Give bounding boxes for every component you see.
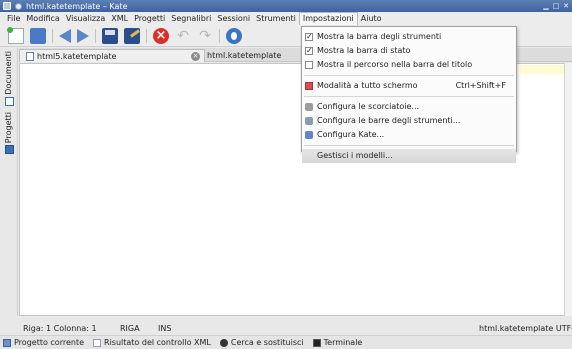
insert-mode[interactable]: INS bbox=[158, 324, 188, 333]
menu-item-label: Mostra il percorso nella barra del titol… bbox=[317, 60, 473, 69]
new-document-icon[interactable] bbox=[7, 26, 24, 44]
xml-check-icon bbox=[93, 338, 102, 347]
tab-label: html.katetemplate bbox=[207, 51, 282, 60]
search-icon bbox=[219, 338, 228, 347]
forward-icon[interactable] bbox=[77, 28, 89, 43]
menu-impostazioni[interactable]: Impostazioni bbox=[298, 12, 358, 25]
documents-icon bbox=[4, 97, 14, 106]
projects-icon bbox=[4, 145, 14, 154]
sidebar-tab-label: Progetti bbox=[4, 111, 13, 143]
bottom-tab-progetto-corrente[interactable]: Progetto corrente bbox=[0, 338, 84, 347]
redo-icon[interactable]: ↷ bbox=[197, 28, 213, 44]
bottom-toolview-bar: Progetto corrente Risultato del controll… bbox=[0, 335, 572, 349]
menu-item-fullscreen[interactable]: Modalità a tutto schermo Ctrl+Shift+F bbox=[302, 79, 516, 93]
menu-item-shortcut: Ctrl+Shift+F bbox=[455, 81, 506, 90]
menu-visualizza[interactable]: Visualizza bbox=[63, 12, 108, 25]
toolbar-separator bbox=[219, 28, 220, 43]
menu-item-label: Mostra la barra di stato bbox=[317, 46, 411, 55]
toolbar-separator bbox=[52, 28, 53, 43]
toolbar-separator bbox=[146, 28, 147, 43]
bottom-tab-search-replace[interactable]: Cerca e sostituisci bbox=[217, 338, 304, 347]
title-bar: html.katetemplate – Kate ▁ □ ✕ bbox=[0, 0, 572, 12]
fullscreen-icon bbox=[305, 82, 313, 90]
vertical-scrollbar[interactable] bbox=[564, 63, 572, 316]
pin-icon[interactable] bbox=[15, 2, 22, 10]
bottom-tab-label: Progetto corrente bbox=[14, 338, 85, 347]
status-file-info: html.katetemplate UTF-8 bbox=[479, 323, 572, 333]
menu-separator bbox=[304, 145, 514, 146]
menu-item-show-statusbar[interactable]: Mostra la barra di stato bbox=[302, 44, 516, 58]
cursor-position: Riga: 1 Colonna: 1 bbox=[23, 323, 97, 333]
window-title: html.katetemplate – Kate bbox=[26, 1, 128, 11]
menu-progetti[interactable]: Progetti bbox=[131, 12, 168, 25]
save-icon[interactable] bbox=[102, 27, 118, 44]
menu-item-label: Gestisci i modelli... bbox=[317, 151, 393, 160]
menu-item-configure-kate[interactable]: Configura Kate... bbox=[302, 128, 516, 142]
bottom-tab-terminal[interactable]: Terminale bbox=[310, 338, 363, 347]
menu-modifica[interactable]: Modifica bbox=[23, 12, 62, 25]
minimize-icon[interactable]: ▁ bbox=[542, 2, 550, 10]
sidebar-tab-label: Documenti bbox=[4, 51, 13, 95]
menu-file[interactable]: File bbox=[4, 12, 23, 25]
app-icon[interactable] bbox=[3, 2, 11, 10]
bottom-tab-label: Cerca e sostituisci bbox=[230, 338, 304, 347]
bottom-tab-label: Risultato del controllo XML bbox=[104, 338, 211, 347]
toolbar-separator bbox=[95, 28, 96, 43]
sidebar-tab-documenti[interactable]: Documenti bbox=[1, 50, 17, 106]
kate-icon bbox=[305, 131, 313, 139]
sidebar-tab-progetti[interactable]: Progetti bbox=[1, 108, 17, 154]
back-icon[interactable] bbox=[59, 28, 71, 43]
status-bar: Riga: 1 Colonna: 1 RIGA INS html.katetem… bbox=[19, 322, 572, 334]
menu-separator bbox=[304, 96, 514, 97]
maximize-icon[interactable]: □ bbox=[552, 2, 560, 10]
undo-icon[interactable]: ↶ bbox=[175, 28, 191, 44]
menu-item-show-toolbar[interactable]: Mostra la barra degli strumenti bbox=[302, 30, 516, 44]
file-icon bbox=[26, 51, 34, 61]
menu-aiuto[interactable]: Aiuto bbox=[358, 12, 385, 25]
menu-strumenti[interactable]: Strumenti bbox=[253, 12, 299, 25]
current-line-highlight bbox=[520, 65, 568, 74]
menu-item-configure-shortcuts[interactable]: Configura le scorciatoie... bbox=[302, 100, 516, 114]
checkbox-icon bbox=[305, 44, 313, 58]
menu-bar: File Modifica Visualizza XML Progetti Se… bbox=[0, 12, 572, 25]
menu-segnalibri[interactable]: Segnalibri bbox=[168, 12, 214, 25]
tab-label: html5.katetemplate bbox=[37, 51, 117, 61]
bottom-tab-label: Terminale bbox=[323, 338, 363, 347]
menu-item-manage-templates[interactable]: Gestisci i modelli... bbox=[302, 149, 516, 163]
menu-xml[interactable]: XML bbox=[108, 12, 131, 25]
tools-icon bbox=[305, 117, 313, 125]
close-document-icon[interactable] bbox=[153, 27, 169, 44]
checkbox-icon bbox=[305, 61, 313, 69]
save-as-icon[interactable] bbox=[124, 27, 140, 44]
settings-menu: Mostra la barra degli strumenti Mostra l… bbox=[301, 26, 517, 163]
terminal-icon bbox=[312, 338, 321, 347]
menu-item-label: Configura le barre degli strumenti... bbox=[317, 116, 461, 125]
close-tab-icon[interactable]: × bbox=[191, 52, 200, 61]
bottom-tab-xml-check[interactable]: Risultato del controllo XML bbox=[90, 338, 211, 347]
menu-item-label: Modalità a tutto schermo bbox=[317, 81, 418, 90]
help-icon[interactable] bbox=[226, 27, 242, 44]
open-document-icon[interactable] bbox=[30, 27, 46, 44]
menu-item-label: Configura Kate... bbox=[317, 130, 385, 139]
tab-html5-katetemplate[interactable]: html5.katetemplate × bbox=[19, 49, 205, 62]
keys-icon bbox=[305, 103, 313, 111]
project-icon bbox=[3, 338, 11, 347]
menu-item-label: Mostra la barra degli strumenti bbox=[317, 32, 442, 41]
checkbox-icon bbox=[305, 30, 313, 44]
menu-separator bbox=[304, 75, 514, 76]
menu-item-configure-toolbars[interactable]: Configura le barre degli strumenti... bbox=[302, 114, 516, 128]
left-sidebar: Documenti Progetti bbox=[0, 48, 18, 316]
close-window-icon[interactable]: ✕ bbox=[562, 2, 570, 10]
selection-mode[interactable]: RIGA bbox=[120, 324, 158, 333]
menu-item-show-path[interactable]: Mostra il percorso nella barra del titol… bbox=[302, 58, 516, 72]
menu-item-label: Configura le scorciatoie... bbox=[317, 102, 420, 111]
menu-sessioni[interactable]: Sessioni bbox=[214, 12, 253, 25]
